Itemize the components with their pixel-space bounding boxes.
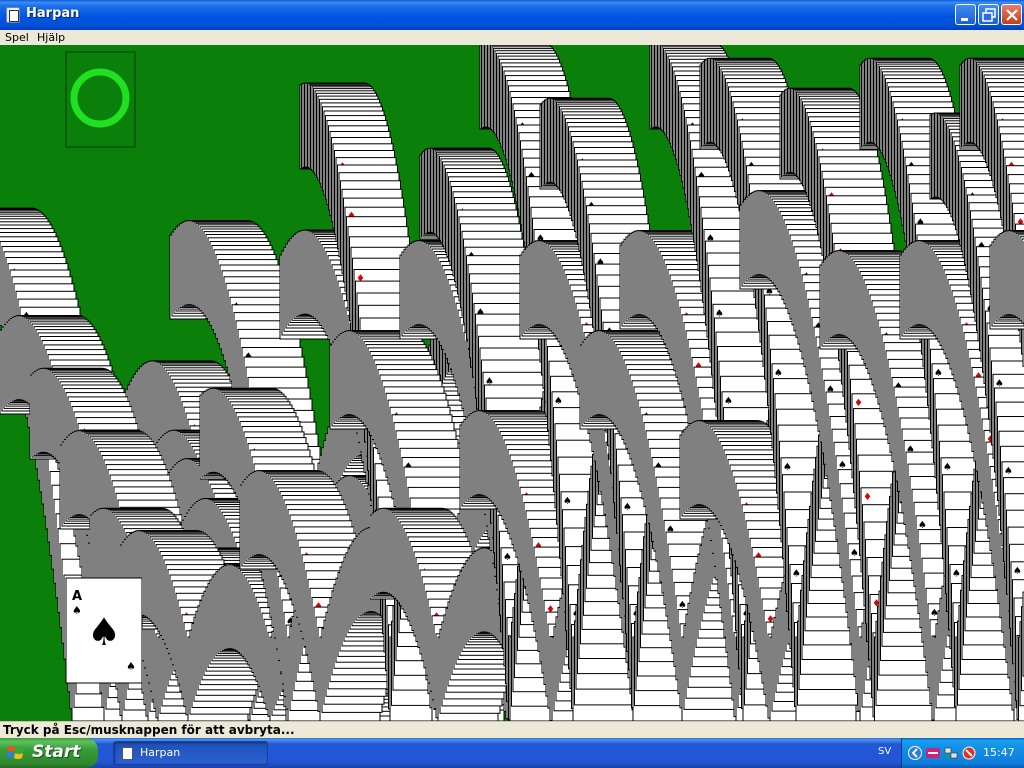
start-button[interactable]: Start xyxy=(0,738,98,768)
card-corner-pip: ♦ xyxy=(854,398,863,409)
network-icon[interactable] xyxy=(944,746,958,760)
menu-spel[interactable]: Spel xyxy=(5,30,29,45)
game-board[interactable]: ♠♠♠♠♠♠♠♠♠♠♠♠♠♠♠♠♠♠♠♠♠♠♠♠♠♠♠♠♠♠♠♠♠♠♠♠♠♠♠♠… xyxy=(0,45,1024,721)
cards-icon xyxy=(6,7,20,23)
maximize-button[interactable] xyxy=(978,4,999,25)
minimize-button[interactable] xyxy=(955,4,976,25)
taskbar: Start Harpan SV 15:47 xyxy=(0,738,1024,768)
card-corner-pip: ♠ xyxy=(934,368,943,379)
card-corner-pip: ♠ xyxy=(943,462,952,473)
windows-logo-icon xyxy=(7,746,24,759)
telia-icon[interactable] xyxy=(926,746,940,760)
ace-of-spades-card: A ♠ ♠ ♠ xyxy=(65,577,143,684)
stock-pile[interactable] xyxy=(65,51,136,148)
card-corner-pip: ♦ xyxy=(863,492,872,503)
maximize-icon xyxy=(982,8,996,22)
close-button[interactable] xyxy=(1001,4,1022,25)
security-icon[interactable] xyxy=(962,746,976,760)
card-corner-pip: ♠ xyxy=(774,368,783,379)
card-corner-pip: ♠ xyxy=(1013,566,1022,577)
card-corner-pip: ♠ xyxy=(792,569,801,580)
spade-icon: ♠ xyxy=(72,604,82,617)
menu-hjalp[interactable]: Hjälp xyxy=(37,30,65,45)
window-title: Harpan xyxy=(26,6,80,21)
minimize-icon xyxy=(961,18,968,21)
card-cascade-canvas: ♠♠♠♠♠♠♠♠♠♠♠♠♠♠♠♠♠♠♠♠♠♠♠♠♠♠♠♠♠♠♠♠♠♠♠♠♠♠♠♠… xyxy=(0,45,1024,721)
menu-bar: Spel Hjälp xyxy=(0,30,1024,45)
card-corner-pip: ♠ xyxy=(783,462,792,473)
card-rank-top: A xyxy=(72,589,82,604)
status-text: Tryck på Esc/musknappen för att avbryta.… xyxy=(3,723,295,737)
close-icon xyxy=(1006,9,1018,21)
spade-icon-bottom: ♠ xyxy=(126,660,136,673)
start-label: Start xyxy=(32,742,81,762)
status-bar: Tryck på Esc/musknappen för att avbryta.… xyxy=(0,721,1024,738)
cards-icon xyxy=(122,747,133,760)
card-corner-pip: ♠ xyxy=(623,502,632,513)
clock: 15:47 xyxy=(983,746,1015,759)
card-corner-pip: ♠ xyxy=(554,396,563,407)
taskbar-button-harpan[interactable]: Harpan xyxy=(113,741,268,765)
card-corner-pip: ♠ xyxy=(724,396,733,407)
language-indicator[interactable]: SV xyxy=(878,746,891,757)
card-corner-pip: ♠ xyxy=(850,548,859,559)
title-bar[interactable]: Harpan xyxy=(0,0,1024,30)
large-spade-icon: ♠ xyxy=(87,610,121,654)
card-corner-pip: ♠ xyxy=(1004,466,1013,477)
card-corner-pip: ♠ xyxy=(503,552,512,563)
taskbar-button-label: Harpan xyxy=(140,746,181,759)
back-arrow-icon[interactable] xyxy=(908,746,922,760)
card-corner-pip: ♠ xyxy=(563,496,572,507)
card-corner-pip: ♠ xyxy=(952,569,961,580)
